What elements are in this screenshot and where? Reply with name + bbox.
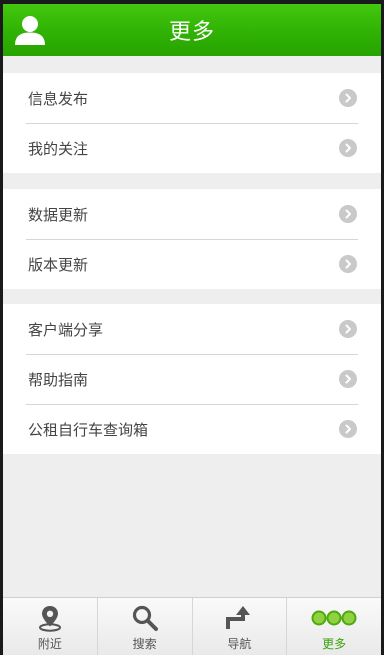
header-bar: 更多 [3, 4, 381, 56]
tab-label: 导航 [227, 637, 252, 651]
turn-arrow-icon [225, 604, 253, 632]
chevron-right-icon [339, 370, 357, 388]
menu-group-2: 数据更新 版本更新 [3, 189, 381, 289]
tab-more[interactable]: 更多 [286, 598, 381, 655]
location-pin-icon [38, 604, 62, 632]
chevron-right-icon [339, 89, 357, 107]
chevron-right-icon [339, 420, 357, 438]
menu-item-info-publish[interactable]: 信息发布 [3, 73, 381, 123]
user-icon[interactable] [13, 14, 47, 46]
menu-item-version-update[interactable]: 版本更新 [3, 239, 381, 289]
menu-item-label: 信息发布 [28, 89, 89, 108]
menu-item-label: 客户端分享 [28, 320, 104, 339]
app-screen: 更多 信息发布 我的关注 数据更新 版本更新 客户端分享 帮助指南 公租自行车查… [3, 4, 381, 655]
tab-navigation[interactable]: 导航 [191, 598, 287, 655]
chevron-right-icon [339, 139, 357, 157]
chevron-right-icon [339, 205, 357, 223]
menu-item-bike-query[interactable]: 公租自行车查询箱 [3, 404, 381, 454]
tab-label: 更多 [322, 637, 347, 651]
chevron-right-icon [339, 255, 357, 273]
search-icon [131, 604, 159, 632]
tab-label: 附近 [37, 637, 62, 651]
more-dots-icon [311, 604, 357, 632]
menu-item-help-guide[interactable]: 帮助指南 [3, 354, 381, 404]
menu-item-label: 公租自行车查询箱 [28, 420, 149, 439]
page-title: 更多 [168, 20, 215, 45]
tab-nearby[interactable]: 附近 [3, 598, 97, 655]
menu-item-data-update[interactable]: 数据更新 [3, 189, 381, 239]
menu-item-label: 帮助指南 [28, 370, 89, 389]
menu-item-label: 我的关注 [28, 139, 89, 158]
menu-group-1: 信息发布 我的关注 [3, 73, 381, 173]
menu-item-share-client[interactable]: 客户端分享 [3, 304, 381, 354]
menu-item-label: 版本更新 [28, 255, 89, 274]
chevron-right-icon [339, 320, 357, 338]
tab-label: 搜索 [132, 637, 157, 651]
menu-item-my-follows[interactable]: 我的关注 [3, 123, 381, 173]
tab-search[interactable]: 搜索 [96, 598, 192, 655]
menu-item-label: 数据更新 [28, 205, 89, 224]
bottom-tab-bar: 附近 搜索 导航 更多 [3, 597, 381, 655]
menu-group-3: 客户端分享 帮助指南 公租自行车查询箱 [3, 304, 381, 454]
